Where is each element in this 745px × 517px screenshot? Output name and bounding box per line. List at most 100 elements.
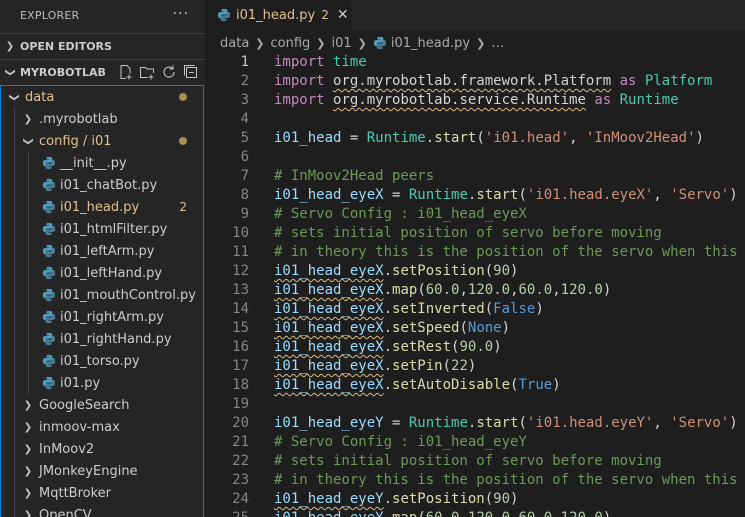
code-text: i01_head_eyeY.setPosition(90) (249, 490, 518, 509)
code-token: start (476, 187, 519, 203)
line-number: 3 (240, 92, 249, 108)
code-line: 25i01_head_eyeY.map(60.0,120.0,60.0,120.… (205, 509, 745, 517)
new-folder-icon[interactable] (139, 64, 155, 80)
tree-file-item[interactable]: i01_torso.py (1, 350, 203, 372)
tree-file-item[interactable]: i01_leftHand.py (1, 262, 203, 284)
python-file-icon (217, 8, 231, 22)
breadcrumb-separator-icon: ❯ (255, 36, 265, 50)
breadcrumb-item[interactable]: data (220, 36, 249, 51)
close-icon[interactable]: ✕ (337, 7, 349, 23)
breadcrumb-item[interactable]: i01_head.py (391, 36, 470, 51)
tree-folder-item[interactable]: ❯ GoogleSearch (1, 394, 203, 416)
problem-count-badge: 2 (179, 200, 187, 214)
code-token: i01_head_eyeX (274, 301, 384, 317)
tab-bar: i01_head.py 2 ✕ (205, 0, 745, 30)
tree-file-item[interactable]: __init__.py (1, 152, 203, 174)
code-token: False (493, 301, 536, 317)
code-line: 13 i01_head_eyeX.map(60.0,120.0,60.0,120.… (205, 281, 745, 300)
code-line: 24 i01_head_eyeY.setPosition(90) (205, 490, 745, 509)
tree-folder-item[interactable]: ❯ JMonkeyEngine (1, 460, 203, 482)
tree-item-label: data (25, 89, 55, 105)
code-token: as (594, 92, 612, 108)
code-line: 10 # sets initial position of servo befor… (205, 224, 745, 243)
tree-item-label: i01_rightArm.py (60, 309, 164, 325)
tree-item-label: inmoov-max (39, 419, 120, 435)
code-token: ( (476, 130, 485, 146)
code-text: # Servo Config : i01_head_eyeX (249, 205, 527, 224)
tree-folder-item[interactable]: ❯ inmoov-max (1, 416, 203, 438)
line-number: 20 (232, 415, 249, 431)
code-token: # Servo Config : i01_head_eyeY (274, 434, 527, 450)
line-number: 9 (240, 206, 249, 222)
explorer-actions (117, 64, 199, 80)
tree-file-item[interactable]: i01_mouthControl.py (1, 284, 203, 306)
code-token: 22 (451, 358, 468, 374)
tree-file-item[interactable]: i01_leftArm.py (1, 240, 203, 262)
tree-folder-item[interactable]: ❯ MqttBroker (1, 482, 203, 504)
line-number: 24 (232, 491, 249, 507)
open-editors-section[interactable]: ❯ OPEN EDITORS (0, 33, 205, 59)
indent-guide (28, 152, 29, 174)
tree-folder-item[interactable]: ❯ InMoov2 (1, 438, 203, 460)
tree-item-label: InMoov2 (39, 441, 95, 457)
code-token: org.myrobotlab.service.Runtime (333, 92, 586, 108)
code-token: i01_head_eyeY (274, 415, 384, 431)
line-number: 1 (240, 54, 249, 70)
indent-guide (28, 196, 29, 218)
new-file-icon[interactable] (117, 64, 133, 80)
tree-folder-item[interactable]: ❯ .myrobotlab (1, 108, 203, 130)
code-token: setSpeed (392, 320, 460, 336)
code-line: 18 i01_head_eyeX.setAutoDisable(True) (205, 376, 745, 395)
code-token: 60.0 (519, 510, 553, 517)
python-file-icon (41, 376, 57, 390)
tree-item-label: config / i01 (39, 133, 112, 149)
breadcrumb-item[interactable]: config (271, 36, 311, 51)
tree-folder-item[interactable]: ❯ config / i01 (1, 130, 203, 152)
code-token: setAutoDisable (392, 377, 511, 393)
code-line: 3 import org.myrobotlab.service.Runtime a… (205, 91, 745, 110)
code-text: # in theory this is the position of the … (249, 243, 738, 262)
project-section[interactable]: ❯ MYROBOTLAB (0, 59, 205, 85)
code-token: Runtime (619, 92, 679, 108)
tree-file-item[interactable]: i01_htmlFilter.py (1, 218, 203, 240)
tree-folder-item[interactable]: ❯ OpenCV (1, 504, 203, 517)
code-token: ( (484, 301, 494, 317)
code-text: # InMoov2Head peers (249, 167, 434, 186)
tree-file-item[interactable]: i01_rightHand.py (1, 328, 203, 350)
code-text: i01_head_eyeX.setAutoDisable(True) (249, 376, 561, 395)
code-editor[interactable]: 1 import time 2 import org.myrobotlab.frame… (205, 53, 745, 517)
indent-guide (14, 130, 15, 152)
tree-item-label: i01_rightHand.py (60, 331, 172, 347)
python-file-icon (41, 178, 57, 192)
code-token: 60.0 (425, 282, 460, 298)
code-token: ( (417, 282, 426, 298)
tree-file-item[interactable]: i01_chatBot.py (1, 174, 203, 196)
refresh-icon[interactable] (161, 64, 177, 80)
breadcrumb-item[interactable]: … (491, 36, 504, 51)
tree-file-item[interactable]: i01.py (1, 372, 203, 394)
collapse-all-icon[interactable] (183, 64, 199, 80)
code-token: i01_head_eyeX (274, 339, 384, 355)
chevron-right-icon: ❯ (23, 487, 33, 499)
project-label: MYROBOTLAB (20, 66, 106, 79)
python-file-icon (41, 244, 57, 258)
code-token: i01_head_eyeX (274, 263, 384, 279)
tab-i01-head[interactable]: i01_head.py 2 ✕ (205, 0, 351, 30)
line-number: 7 (240, 168, 249, 184)
indent-guide (14, 438, 15, 460)
breadcrumb-item[interactable]: i01 (332, 36, 352, 51)
more-actions-icon[interactable]: ··· (173, 6, 189, 22)
code-token: setPosition (392, 491, 485, 507)
chevron-right-icon: ❯ (23, 421, 33, 433)
tree-file-item[interactable]: i01_rightArm.py (1, 306, 203, 328)
indent-guide (14, 328, 15, 350)
code-text: i01_head = Runtime.start('i01.head', 'In… (249, 129, 704, 148)
tree-file-item[interactable]: i01_head.py 2 (1, 196, 203, 218)
code-line: 2 import org.myrobotlab.framework.Platfor… (205, 72, 745, 91)
tree-folder-item[interactable]: ❯ data (1, 86, 203, 108)
